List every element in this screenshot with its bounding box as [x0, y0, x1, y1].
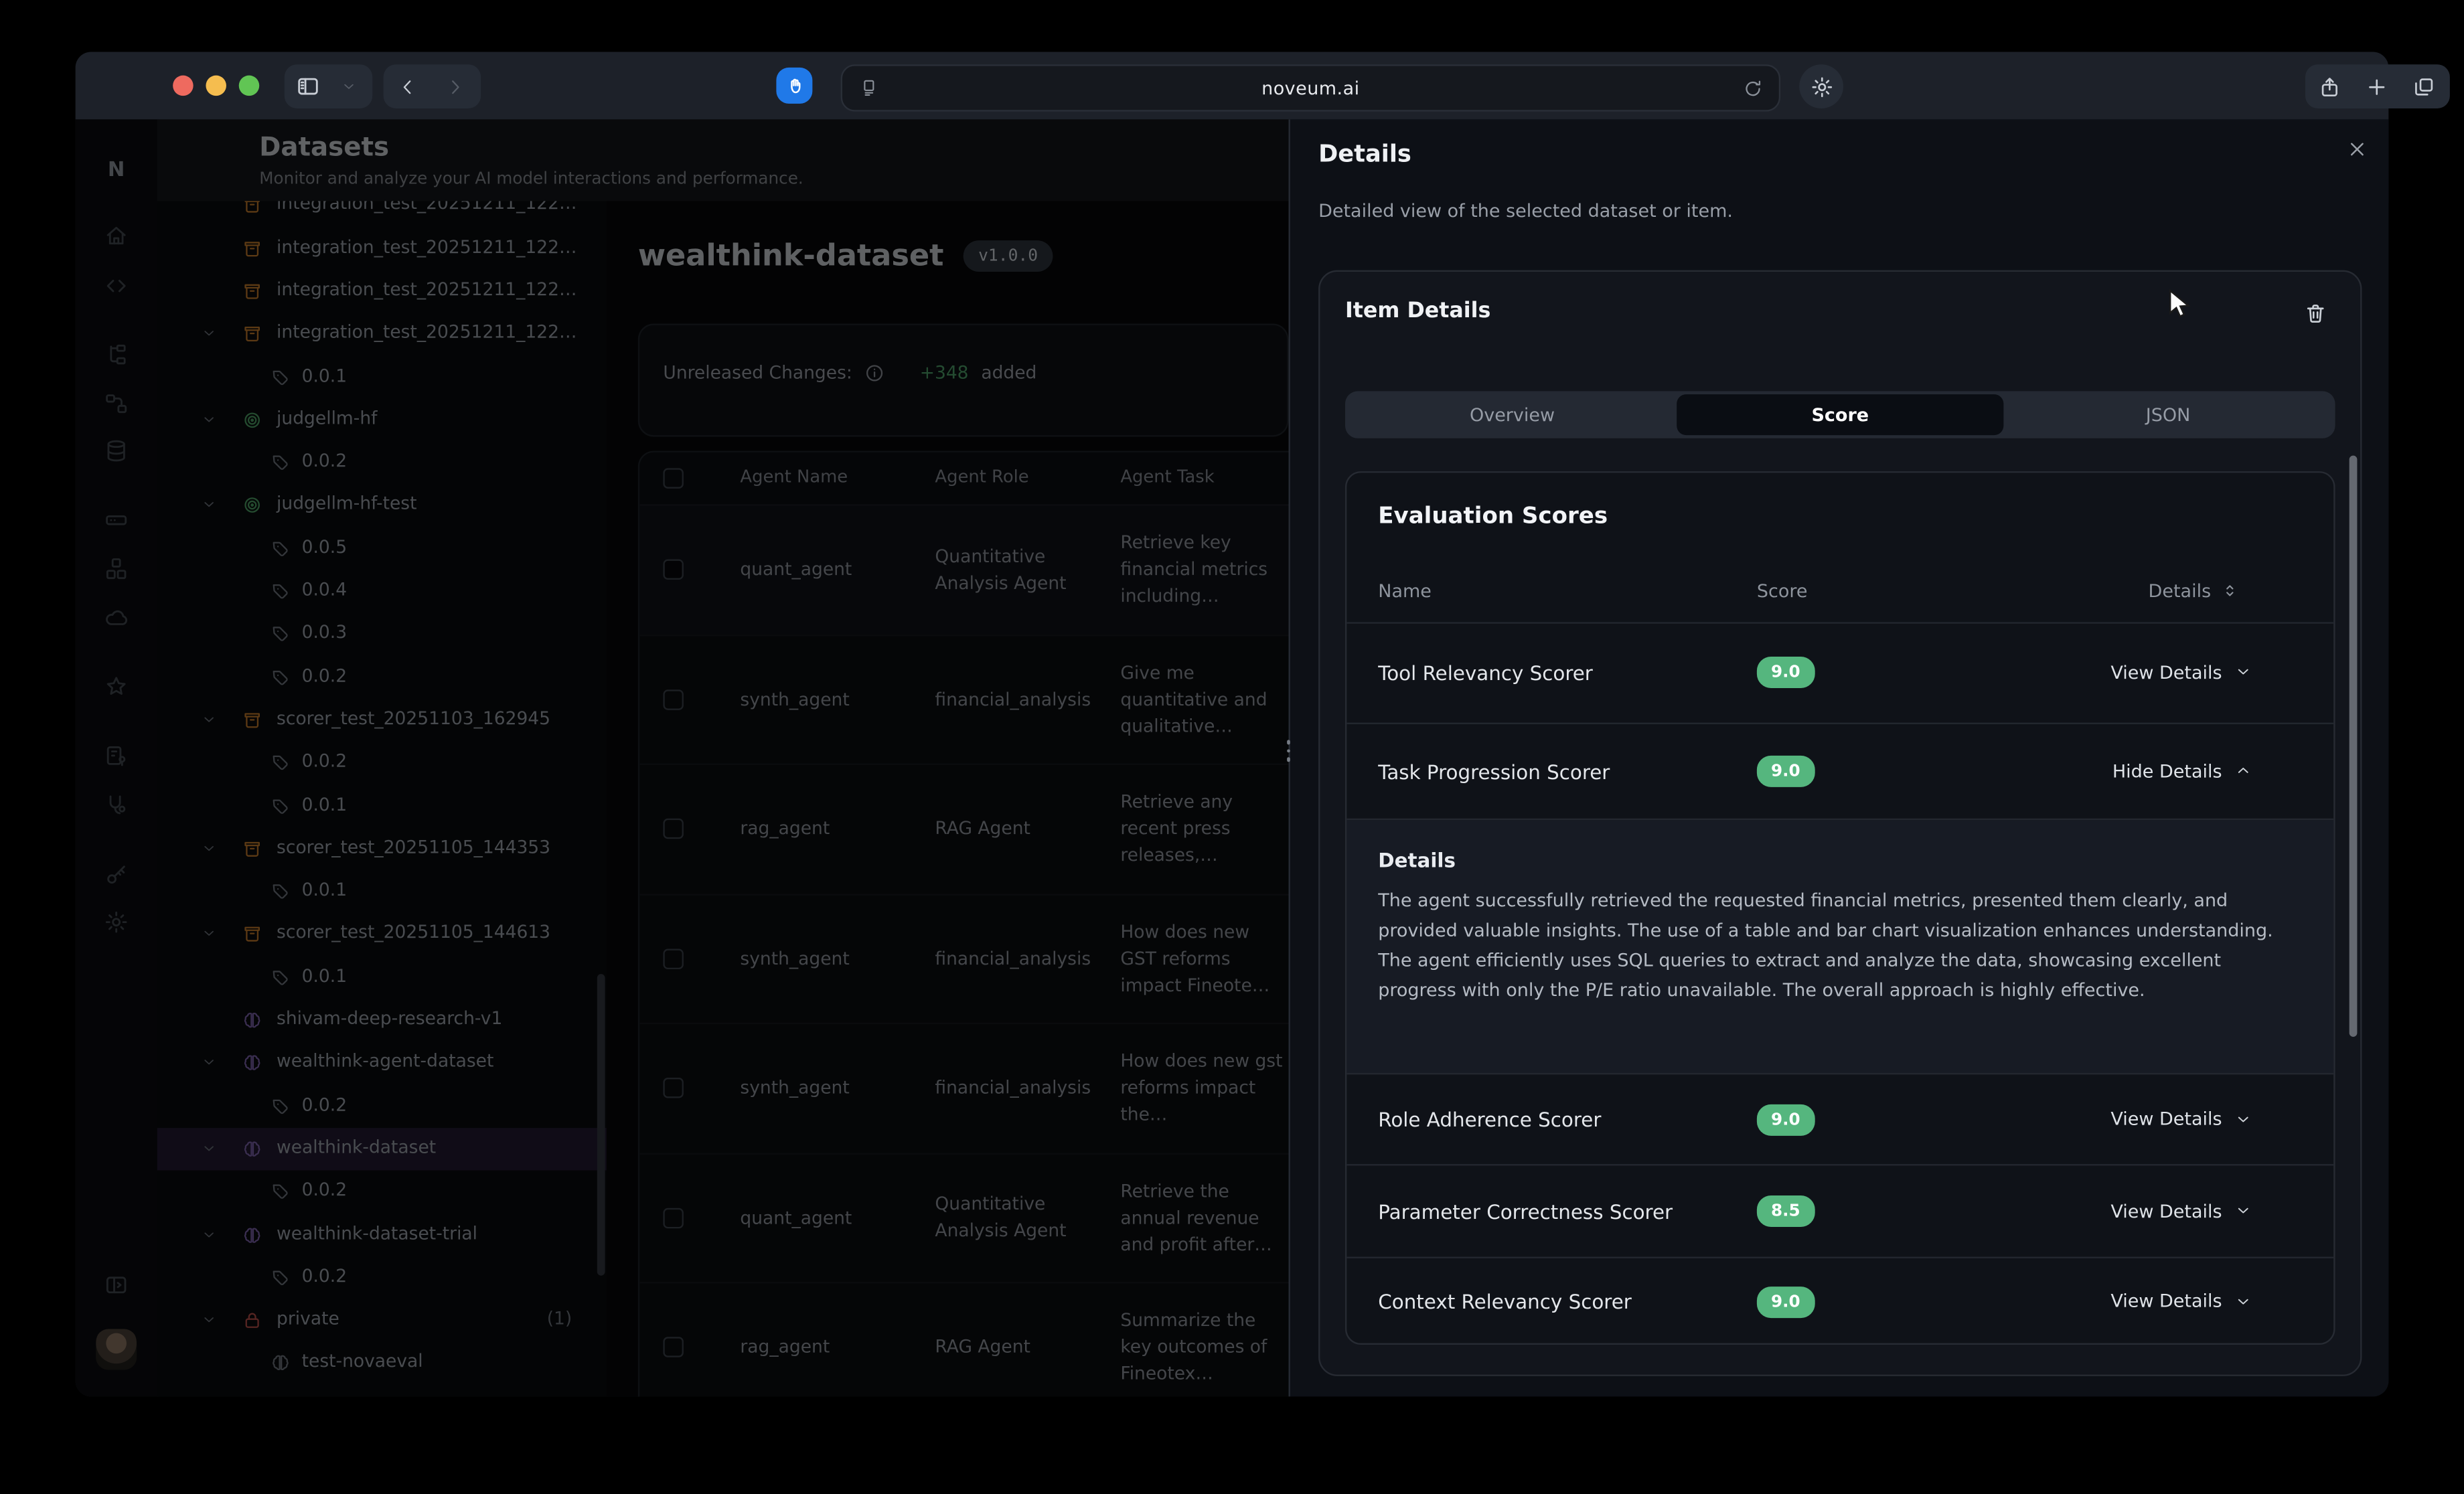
- scorer-row-task-progression-scorer: Task Progression Scorer 9.0 Hide Details: [1346, 724, 2333, 820]
- scorer-name: Task Progression Scorer: [1378, 760, 1610, 783]
- details-action-label: View Details: [2110, 661, 2222, 683]
- reader-view-button[interactable]: [842, 78, 896, 97]
- reload-button[interactable]: [1725, 78, 1779, 98]
- details-panel: Details Detailed view of the selected da…: [1288, 119, 2388, 1396]
- new-tab-button[interactable]: [2352, 64, 2399, 108]
- zoom-window-button[interactable]: [239, 76, 260, 96]
- evaluation-scores-title: Evaluation Scores: [1378, 504, 1608, 529]
- eval-column-name: Name: [1378, 580, 1432, 602]
- tabs-icon: [2411, 74, 2435, 98]
- details-tab-bar: OverviewScoreJSON: [1345, 391, 2335, 438]
- item-details-title: Item Details: [1345, 299, 1490, 324]
- score-badge: 8.5: [1757, 1195, 1815, 1227]
- chevron-down-icon: [2234, 1292, 2252, 1309]
- dim-overlay: [76, 119, 1289, 1396]
- share-button[interactable]: [2305, 64, 2352, 108]
- score-badge: 9.0: [1757, 1104, 1815, 1135]
- scorer-row-role-adherence-scorer: Role Adherence Scorer 9.0 View Details: [1346, 1074, 2333, 1165]
- trash-icon: [2303, 301, 2326, 324]
- scorer-row-parameter-correctness-scorer: Parameter Correctness Scorer 8.5 View Deta…: [1346, 1165, 2333, 1258]
- score-badge: 9.0: [1757, 657, 1815, 688]
- browser-toolbar: noveum.ai: [76, 52, 2389, 119]
- score-badge: 9.0: [1757, 756, 1815, 787]
- url-text: noveum.ai: [896, 77, 1725, 99]
- scorer-details-expanded: Details The agent successfully retrieved …: [1346, 820, 2333, 1074]
- back-icon: [397, 76, 418, 97]
- page-content: N Datasets Monitor and analyze your AI m…: [76, 119, 2389, 1396]
- scorer-name: Parameter Correctness Scorer: [1378, 1199, 1673, 1223]
- gear-icon: [1809, 74, 1833, 98]
- scorer-row-context-relevancy-scorer: Context Relevancy Scorer 9.0 View Details: [1346, 1258, 2333, 1345]
- minimize-window-button[interactable]: [206, 76, 226, 96]
- evaluation-table-header: Name Score Details: [1346, 567, 2333, 623]
- view-details-button[interactable]: View Details: [2110, 1199, 2252, 1222]
- tab-overview[interactable]: Overview: [1349, 394, 1677, 435]
- chevron-down-icon: [2234, 663, 2252, 680]
- delete-item-button[interactable]: [2295, 293, 2335, 333]
- expanded-details-text: The agent successfully retrieved the req…: [1378, 886, 2296, 1005]
- chevron-up-icon: [2234, 762, 2252, 779]
- url-bar[interactable]: noveum.ai: [841, 64, 1780, 111]
- chevron-down-icon: [341, 78, 356, 94]
- sidebar-menu-chevron[interactable]: [331, 64, 366, 108]
- scorer-name: Role Adherence Scorer: [1378, 1108, 1601, 1131]
- screenshot-stage: noveum.ai N Datasets Monitor and: [0, 0, 2464, 1494]
- nav-button-group: [384, 64, 481, 108]
- details-action-label: View Details: [2110, 1290, 2222, 1312]
- panel-scrollbar-thumb[interactable]: [2350, 456, 2358, 1037]
- panel-resize-handle[interactable]: [1286, 740, 1292, 761]
- eval-column-score: Score: [1757, 580, 1808, 602]
- scorer-name: Tool Relevancy Scorer: [1378, 661, 1593, 684]
- content-blocker-extension-button[interactable]: [776, 68, 812, 104]
- details-action-label: Hide Details: [2112, 760, 2222, 782]
- item-details-card: Item Details OverviewScoreJSON Evaluatio…: [1318, 270, 2362, 1376]
- close-window-button[interactable]: [173, 76, 194, 96]
- scorer-row-tool-relevancy-scorer: Tool Relevancy Scorer 9.0 View Details: [1346, 622, 2333, 724]
- sort-icon[interactable]: [2220, 581, 2239, 600]
- evaluation-scores-card: Evaluation Scores Name Score Details Too…: [1345, 471, 2335, 1345]
- plus-icon: [2364, 74, 2388, 98]
- close-details-button[interactable]: [2346, 139, 2374, 167]
- view-details-button[interactable]: View Details: [2110, 661, 2252, 683]
- view-details-button[interactable]: View Details: [2110, 1108, 2252, 1130]
- details-title: Details: [1318, 140, 1411, 168]
- tab-score[interactable]: Score: [1676, 394, 2004, 435]
- details-subtitle: Detailed view of the selected dataset or…: [1318, 199, 1733, 222]
- mouse-cursor: [2167, 289, 2193, 319]
- view-details-button[interactable]: View Details: [2110, 1290, 2252, 1312]
- score-badge: 9.0: [1757, 1286, 1815, 1317]
- expanded-details-title: Details: [1378, 848, 1456, 872]
- forward-icon: [444, 76, 465, 97]
- browser-settings-button[interactable]: [1799, 64, 1843, 108]
- reload-icon: [1742, 78, 1763, 98]
- sidebar-toggle-button[interactable]: [285, 64, 331, 108]
- tab-json[interactable]: JSON: [2004, 394, 2332, 435]
- window-actions-group: [2305, 64, 2450, 108]
- scorer-name: Context Relevancy Scorer: [1378, 1290, 1632, 1313]
- chevron-down-icon: [2234, 1110, 2252, 1127]
- browser-window: noveum.ai N Datasets Monitor and: [76, 52, 2389, 1396]
- tab-overview-button[interactable]: [2400, 64, 2447, 108]
- sidebar-icon: [295, 74, 321, 99]
- hide-details-button[interactable]: Hide Details: [2112, 760, 2252, 782]
- eval-column-details: Details: [2149, 580, 2212, 602]
- details-action-label: View Details: [2110, 1199, 2222, 1222]
- reader-icon: [860, 78, 878, 97]
- back-button[interactable]: [384, 64, 431, 108]
- details-action-label: View Details: [2110, 1108, 2222, 1130]
- sidebar-toggle-group: [285, 64, 372, 108]
- forward-button[interactable]: [431, 64, 477, 108]
- share-icon: [2317, 74, 2341, 98]
- chevron-down-icon: [2234, 1201, 2252, 1219]
- close-icon: [2346, 139, 2374, 161]
- hand-shield-icon: [783, 74, 805, 96]
